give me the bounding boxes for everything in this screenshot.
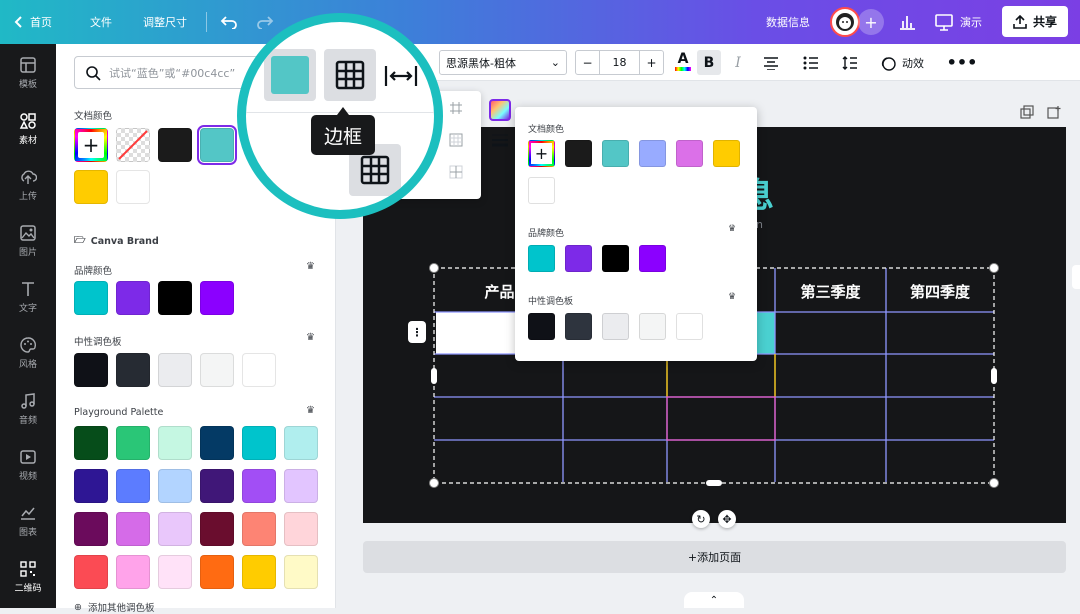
kebab-icon: ⋮ (411, 325, 423, 339)
popover-doc-swatch[interactable] (602, 140, 629, 167)
resize-handle[interactable] (989, 263, 999, 273)
resize-handle[interactable] (429, 478, 439, 488)
grid-light-icon (450, 102, 462, 114)
table-border-icon (335, 60, 365, 90)
popover-add-color[interactable]: + (528, 140, 555, 167)
crown-icon: ♛ (728, 224, 737, 234)
popover-neutral-swatch[interactable] (602, 313, 629, 340)
side-handle[interactable] (991, 368, 997, 384)
popover-neutral-swatch[interactable] (639, 313, 666, 340)
show-pages-button[interactable]: ⌃ (684, 592, 744, 608)
popover-brand-swatch[interactable] (602, 245, 629, 272)
border-inner-option[interactable] (449, 165, 463, 182)
popover-neutral-swatch[interactable] (676, 313, 703, 340)
popover-doc-swatch[interactable] (528, 177, 555, 204)
border-weight-button[interactable] (491, 133, 509, 150)
rotate-button[interactable]: ↻ (692, 510, 710, 528)
side-handle[interactable] (431, 368, 437, 384)
popover-brand-swatch[interactable] (565, 245, 592, 272)
table-header-cell[interactable]: 第四季度 (886, 270, 994, 312)
resize-handle[interactable] (429, 263, 439, 273)
popover-brand-swatch[interactable] (639, 245, 666, 272)
lens-border-button[interactable] (324, 49, 376, 101)
chevron-up-icon: ⌃ (709, 594, 719, 606)
lens-spacing-button[interactable] (384, 64, 418, 91)
move-icon: ✥ (722, 512, 732, 526)
bottom-handle[interactable] (706, 480, 722, 486)
move-button[interactable]: ✥ (718, 510, 736, 528)
grid-inner-icon (449, 165, 463, 179)
border-color-button[interactable] (489, 99, 511, 121)
crown-icon: ♛ (728, 292, 737, 302)
popover-brand-colors-label: 品牌颜色 (528, 229, 565, 239)
resize-handle[interactable] (989, 478, 999, 488)
popover-neutral-label: 中性调色板 (528, 297, 574, 307)
right-edge-tab[interactable] (1072, 265, 1080, 289)
border-tooltip: 边框 (311, 115, 375, 155)
column-spacing-icon (384, 66, 418, 86)
border-outer-option[interactable] (449, 133, 463, 150)
plus-icon: + (531, 143, 552, 164)
lens-color-swatch (271, 56, 309, 94)
popover-doc-swatch[interactable] (639, 140, 666, 167)
tooltip-arrow (337, 107, 349, 115)
popover-doc-swatch[interactable] (676, 140, 703, 167)
popover-neutral-swatch[interactable] (565, 313, 592, 340)
lens-color-button[interactable] (264, 49, 316, 101)
popover-doc-colors-label: 文档颜色 (528, 125, 565, 135)
row-options-button[interactable]: ⋮ (408, 321, 426, 343)
popover-brand-swatch[interactable] (528, 245, 555, 272)
border-color-popover: 文档颜色 + 品牌颜色 ♛ 中性调色板 ♛ (515, 107, 757, 361)
line-weight-icon (492, 134, 508, 147)
border-all-option[interactable] (449, 101, 463, 118)
rotate-icon: ↻ (696, 512, 706, 526)
table-header-cell[interactable]: 第三季度 (775, 270, 886, 312)
popover-doc-swatch[interactable] (713, 140, 740, 167)
grid-outer-icon (449, 133, 463, 147)
table-grid-icon (360, 155, 390, 185)
popover-neutral-swatch[interactable] (528, 313, 555, 340)
popover-doc-swatch[interactable] (565, 140, 592, 167)
add-page-button[interactable]: +添加页面 (363, 541, 1066, 573)
